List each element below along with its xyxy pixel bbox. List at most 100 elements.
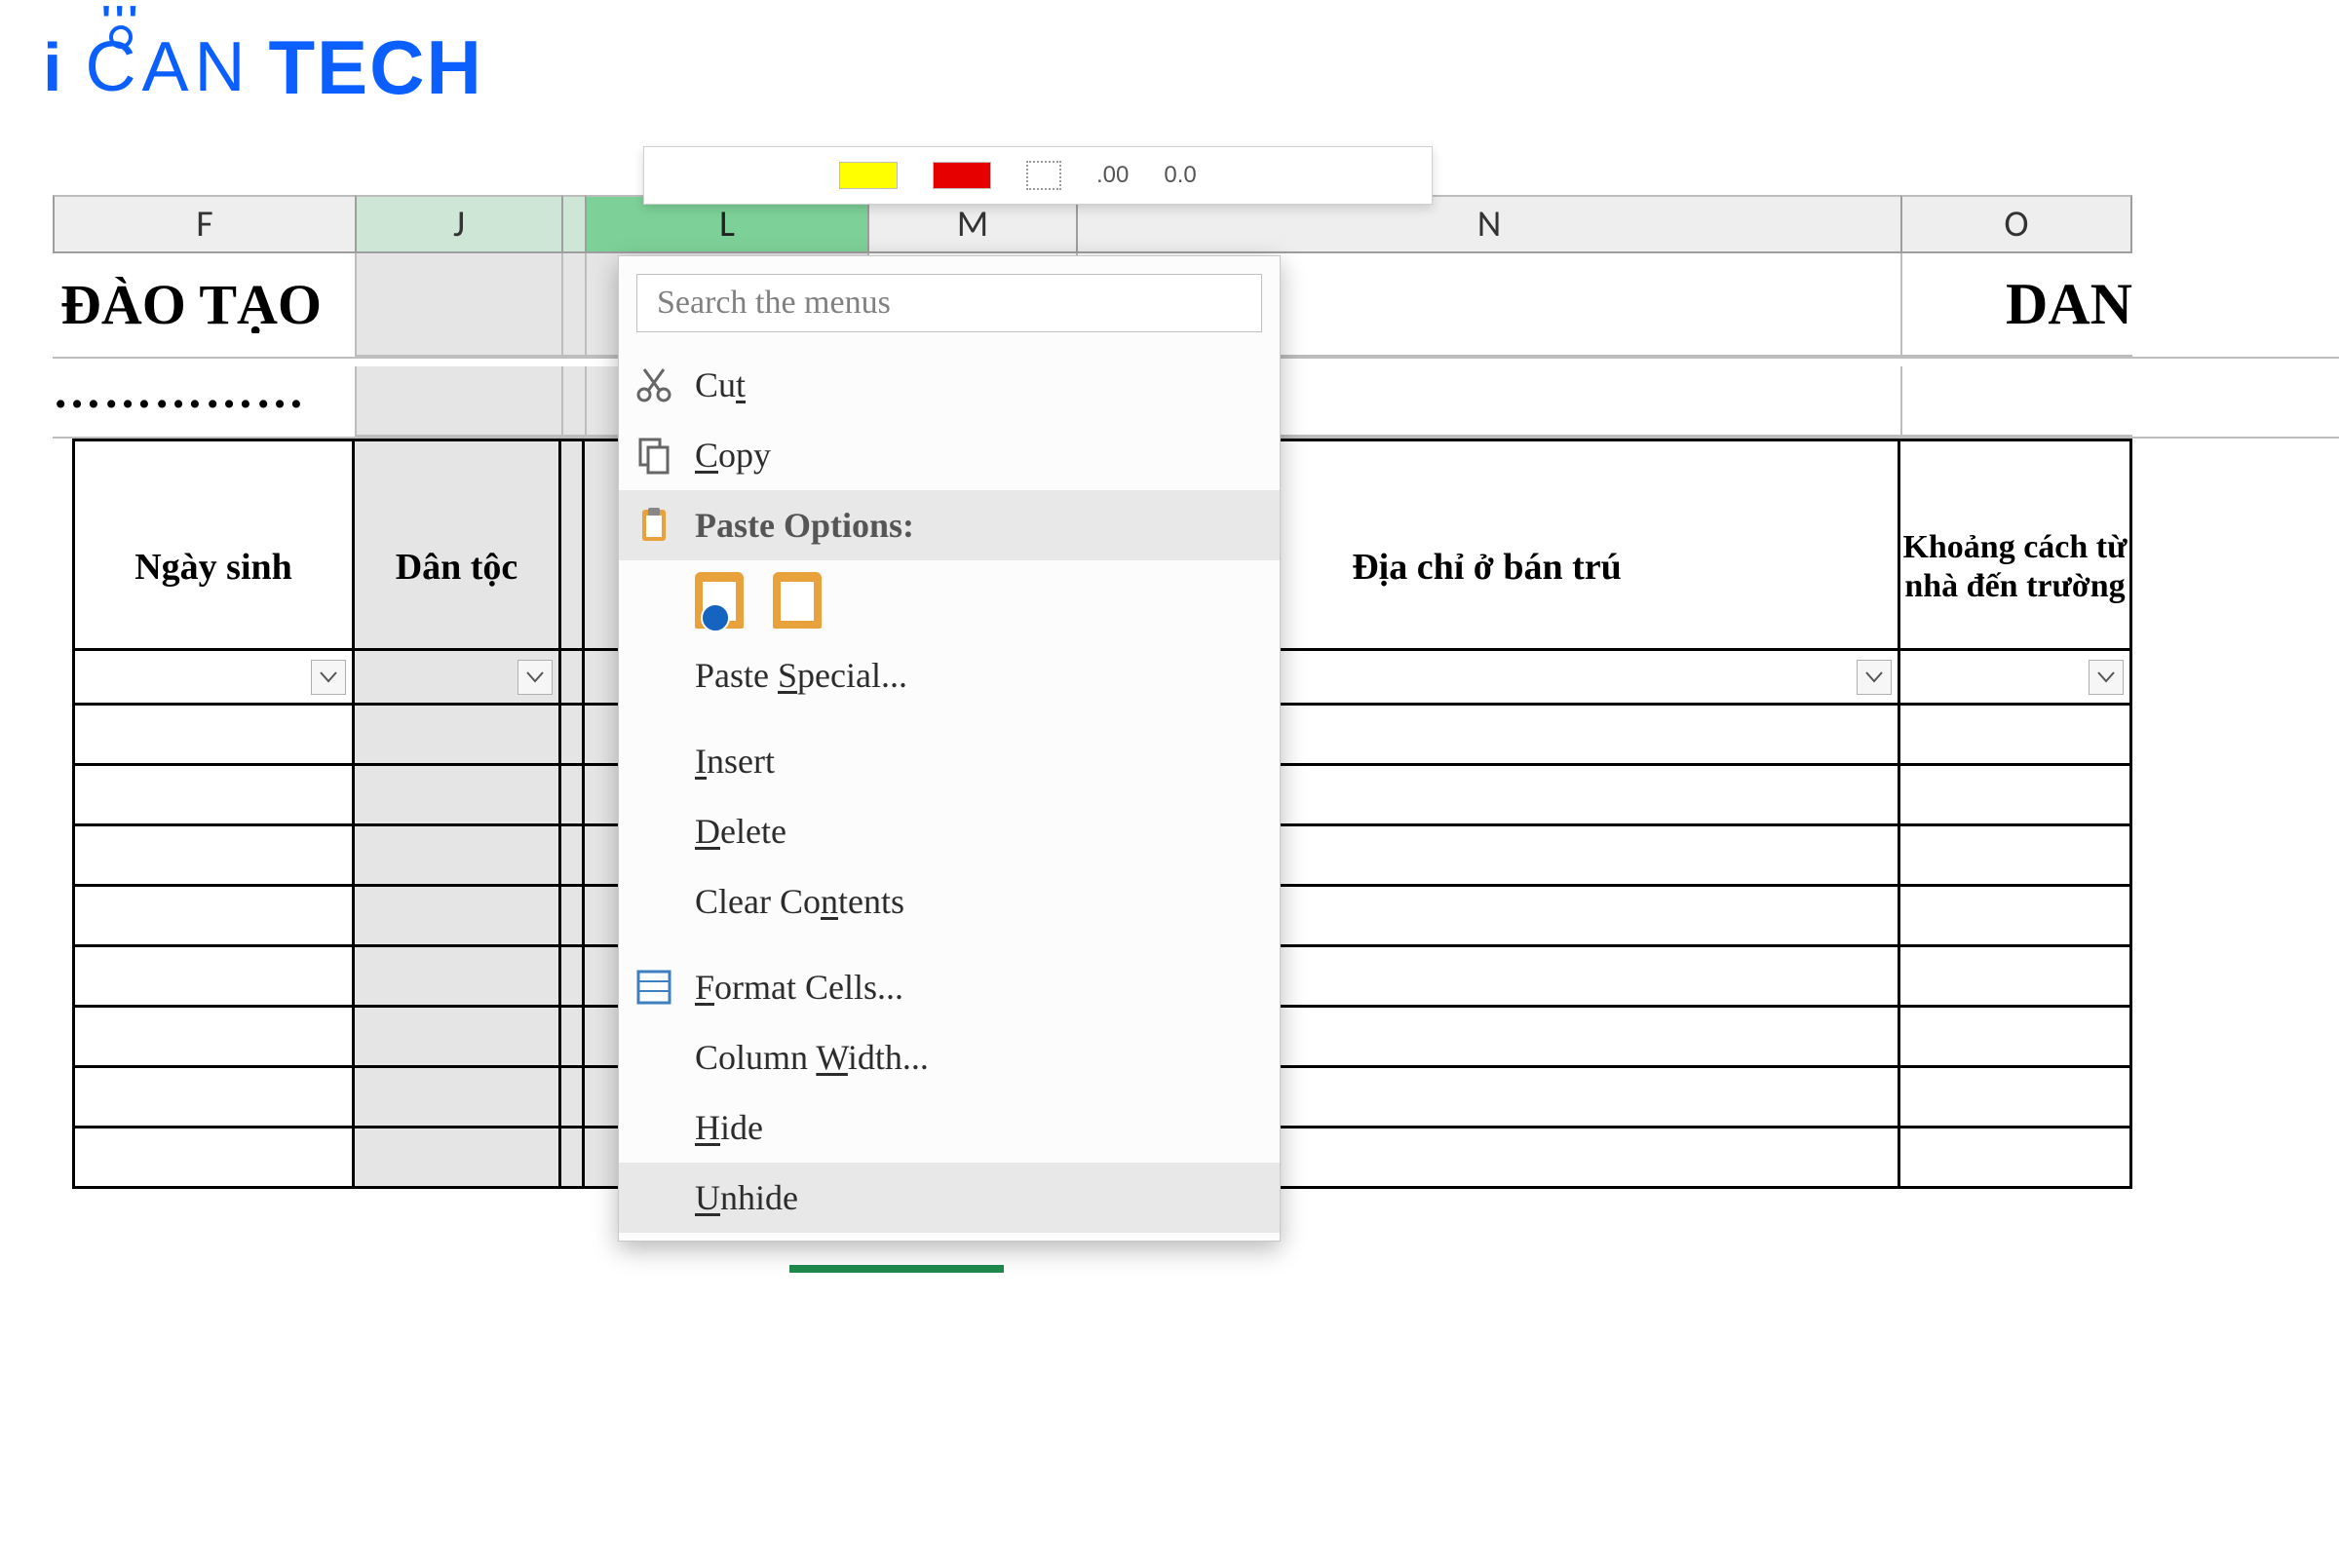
filter-dropdown-icon[interactable] <box>2089 660 2124 695</box>
format-cells-icon <box>633 966 675 1009</box>
cell[interactable] <box>561 439 585 489</box>
menu-label: Delete <box>695 814 786 849</box>
table-cell[interactable] <box>355 1128 561 1189</box>
column-header-j[interactable]: J <box>355 195 561 253</box>
table-cell[interactable] <box>72 706 355 766</box>
menu-cut[interactable]: Cut <box>619 350 1280 420</box>
menu-label: Paste Options: <box>695 508 914 543</box>
filter-cell-j[interactable] <box>355 651 561 706</box>
increase-decimal[interactable]: 0.0 <box>1164 164 1196 187</box>
table-cell[interactable] <box>355 887 561 947</box>
selected-cell[interactable] <box>355 253 561 357</box>
selected-cell[interactable] <box>355 366 561 437</box>
logo-letter-i: i <box>43 33 61 101</box>
paste-default-icon[interactable] <box>773 572 822 629</box>
cell[interactable] <box>1900 366 2132 437</box>
selected-cell[interactable] <box>561 253 585 357</box>
menu-label: Paste Special... <box>695 658 907 693</box>
table-cell[interactable] <box>72 766 355 826</box>
table-cell[interactable] <box>561 947 585 1008</box>
menu-unhide[interactable]: Unhide <box>619 1163 1280 1233</box>
menu-format-cells[interactable]: Format Cells... <box>619 952 1280 1022</box>
menu-column-width[interactable]: Column Width... <box>619 1022 1280 1092</box>
brand-logo: ' ' ' i CAN TECH <box>43 29 483 105</box>
menu-paste-options-header: Paste Options: <box>619 490 1280 560</box>
paste-keep-formatting-icon[interactable] <box>695 572 744 629</box>
table-cell[interactable] <box>1900 947 2132 1008</box>
column-letter-l: L <box>719 206 735 243</box>
menu-label: Hide <box>695 1110 763 1145</box>
title-left: ĐÀO TẠO <box>53 277 355 333</box>
table-cell[interactable] <box>355 706 561 766</box>
menu-clear-contents[interactable]: Clear Contents <box>619 866 1280 937</box>
table-header-hidden <box>561 485 585 651</box>
table-cell[interactable] <box>561 1068 585 1128</box>
menu-copy[interactable]: Copy <box>619 420 1280 490</box>
table-cell[interactable] <box>1900 1008 2132 1068</box>
table-header-khoangcach: Khoảng cách từ nhà đến trường <box>1900 485 2132 651</box>
paste-icon <box>633 504 675 547</box>
filter-cell-f[interactable] <box>72 651 355 706</box>
title-right-cell[interactable]: DAN <box>1900 253 2132 357</box>
decrease-decimal[interactable]: .00 <box>1096 164 1129 187</box>
table-cell[interactable] <box>1900 1128 2132 1189</box>
table-cell[interactable] <box>561 887 585 947</box>
filter-dropdown-icon[interactable] <box>518 660 553 695</box>
table-cell[interactable] <box>72 947 355 1008</box>
table-cell[interactable] <box>561 1008 585 1068</box>
table-cell[interactable] <box>561 706 585 766</box>
table-cell[interactable] <box>355 826 561 887</box>
menu-label: Format Cells... <box>695 970 903 1005</box>
selection-indicator <box>789 1265 1004 1273</box>
filter-dropdown-icon[interactable] <box>311 660 346 695</box>
table-cell[interactable] <box>72 887 355 947</box>
mini-toolbar: .00 0.0 <box>643 146 1433 205</box>
selected-cell[interactable] <box>561 366 585 437</box>
menu-label: Column Width... <box>695 1040 929 1075</box>
filter-cell-o[interactable] <box>1900 651 2132 706</box>
table-cell[interactable] <box>72 1128 355 1189</box>
column-header-f[interactable]: F <box>53 195 355 253</box>
context-menu: Search the menus Cut Copy Paste Options:… <box>618 255 1281 1242</box>
scissors-icon <box>633 363 675 406</box>
table-cell[interactable] <box>1900 1068 2132 1128</box>
borders-icon[interactable] <box>1026 161 1061 190</box>
copy-icon <box>633 434 675 477</box>
menu-search-input[interactable]: Search the menus <box>636 274 1262 332</box>
table-cell[interactable] <box>1900 826 2132 887</box>
cell[interactable] <box>355 439 561 489</box>
column-header-o[interactable]: O <box>1900 195 2132 253</box>
column-header-hidden-gap[interactable] <box>561 195 585 253</box>
table-cell[interactable] <box>355 1068 561 1128</box>
table-cell[interactable] <box>561 826 585 887</box>
table-cell[interactable] <box>1900 887 2132 947</box>
menu-label: Cut <box>695 367 746 402</box>
cell[interactable] <box>1900 439 2132 489</box>
table-cell[interactable] <box>72 826 355 887</box>
table-cell[interactable] <box>1900 706 2132 766</box>
table-cell[interactable] <box>72 1068 355 1128</box>
table-cell[interactable] <box>72 1008 355 1068</box>
logo-text-tech: TECH <box>268 29 482 105</box>
table-cell[interactable] <box>1900 766 2132 826</box>
menu-delete[interactable]: Delete <box>619 796 1280 866</box>
menu-hide[interactable]: Hide <box>619 1092 1280 1163</box>
table-cell[interactable] <box>355 947 561 1008</box>
search-placeholder: Search the menus <box>657 287 891 320</box>
menu-label: Insert <box>695 744 775 779</box>
bulb-icon <box>109 25 133 49</box>
table-cell[interactable] <box>561 766 585 826</box>
fill-color-yellow[interactable] <box>839 162 898 189</box>
cell[interactable] <box>72 439 355 489</box>
menu-insert[interactable]: Insert <box>619 726 1280 796</box>
filter-cell-hidden[interactable] <box>561 651 585 706</box>
filter-dropdown-icon[interactable] <box>1857 660 1892 695</box>
table-cell[interactable] <box>355 766 561 826</box>
menu-label: Clear Contents <box>695 884 904 919</box>
font-color-red[interactable] <box>933 162 991 189</box>
table-cell[interactable] <box>561 1128 585 1189</box>
table-cell[interactable] <box>355 1008 561 1068</box>
paste-option-icons <box>619 560 1280 640</box>
table-header-dantoc: Dân tộc <box>355 485 561 651</box>
menu-paste-special[interactable]: Paste Special... <box>619 640 1280 710</box>
